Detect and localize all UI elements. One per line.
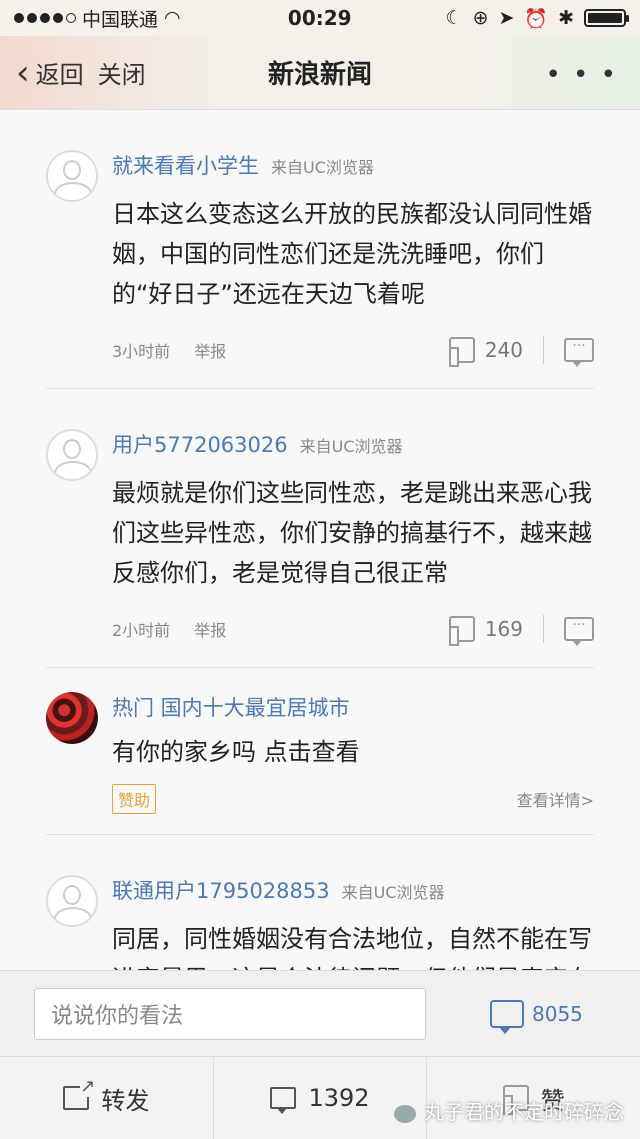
comment-input[interactable]: 说说你的看法 — [34, 987, 426, 1040]
share-icon — [63, 1076, 96, 1110]
comment-icon — [270, 1087, 297, 1114]
avatar[interactable] — [46, 150, 98, 202]
wifi-icon: ◠ — [164, 7, 181, 29]
comment-source: 来自UC浏览器 — [271, 158, 374, 177]
comment-time: 2小时前 — [112, 621, 171, 640]
report-link[interactable]: 举报 — [194, 338, 226, 362]
divider — [543, 615, 544, 643]
avatar[interactable] — [46, 429, 98, 481]
carrier-label: 中国联通 — [82, 8, 159, 31]
comment-input-bar: 说说你的看法 8055 — [0, 970, 640, 1056]
status-time: 00:29 — [287, 6, 352, 30]
back-label: 返回 — [35, 61, 84, 89]
comment-time: 3小时前 — [112, 342, 171, 361]
avatar[interactable] — [46, 875, 98, 927]
ad-title[interactable]: 热门 国内十大最宜居城市 — [112, 692, 350, 722]
wechat-icon — [394, 1104, 416, 1123]
like-count: 169 — [484, 617, 523, 641]
watermark: 丸子君的不定时碎碎念 — [394, 1096, 624, 1125]
comment-bubble-icon — [490, 999, 524, 1034]
thumbs-up-icon — [448, 616, 475, 646]
comment-username[interactable]: 用户5772063026 — [112, 429, 288, 459]
location-icon: ➤ — [498, 7, 515, 29]
signal-icon — [14, 13, 76, 23]
sponsored-item[interactable]: 热门 国内十大最宜居城市 有你的家乡吗 点击查看 赞助 查看详情> — [0, 668, 640, 814]
comment-text: 日本这么变态这么开放的民族都没认同同性婚姻，中国的同性恋们还是洗洗睡吧，你们的“… — [112, 200, 592, 308]
status-bar: 中国联通 ◠ 00:29 ☾ ⊕ ➤ ⏰ ✱ — [0, 0, 640, 36]
page-title: 新浪新闻 — [267, 60, 372, 90]
view-details-link[interactable]: 查看详情> — [517, 787, 594, 811]
report-link[interactable]: 举报 — [194, 617, 226, 641]
comment-item: 联通用户1795028853 来自UC浏览器 同居，同性婚姻没有合法地位，自然不… — [0, 835, 640, 970]
share-label: 转发 — [101, 1086, 150, 1115]
reply-icon[interactable]: ··· — [564, 617, 594, 646]
chevron-left-icon: ‹ — [16, 52, 30, 93]
close-button[interactable]: 关闭 — [98, 55, 146, 90]
comment-source: 来自UC浏览器 — [299, 437, 403, 456]
alarm-icon: ⏰ — [524, 7, 549, 30]
comments-list[interactable]: 就来看看小学生 来自UC浏览器 日本这么变态这么开放的民族都没认同同性婚姻，中国… — [0, 110, 640, 970]
comment-item: 就来看看小学生 来自UC浏览器 日本这么变态这么开放的民族都没认同同性婚姻，中国… — [0, 110, 640, 368]
reply-icon[interactable]: ··· — [564, 338, 594, 367]
divider — [543, 336, 544, 364]
comment-source: 来自UC浏览器 — [341, 883, 445, 902]
like-button[interactable]: 240 — [448, 337, 523, 367]
comment-item: 用户5772063026 来自UC浏览器 最烦就是你们这些同性恋，老是跳出来恶心… — [0, 389, 640, 647]
bluetooth-icon: ✱ — [558, 7, 574, 29]
like-count: 240 — [484, 338, 523, 362]
more-menu-button[interactable]: • • • — [545, 60, 618, 90]
watermark-text: 丸子君的不定时碎碎念 — [424, 1100, 624, 1124]
ad-text[interactable]: 有你的家乡吗 点击查看 — [112, 732, 594, 772]
comment-username[interactable]: 联通用户1795028853 — [112, 875, 330, 905]
comment-text: 同居，同性婚姻没有合法地位，自然不能在写进家暴里，这是个法律问题。但他们是真实存… — [112, 925, 592, 970]
back-button[interactable]: ‹ 返回 — [16, 55, 84, 90]
ad-thumbnail[interactable] — [46, 692, 98, 744]
share-button[interactable]: 转发 — [0, 1057, 213, 1139]
battery-icon — [584, 9, 629, 27]
comments-count: 8055 — [532, 1001, 583, 1026]
comment-text: 最烦就是你们这些同性恋，老是跳出来恶心我们这些异性恋，你们安静的搞基行不，越来越… — [112, 479, 592, 587]
thumbs-up-icon — [448, 337, 475, 367]
rotation-lock-icon: ⊕ — [472, 7, 489, 29]
sponsor-badge: 赞助 — [112, 784, 157, 814]
like-button[interactable]: 169 — [448, 616, 523, 646]
nav-bar: ‹ 返回 关闭 新浪新闻 • • • — [0, 36, 640, 110]
toolbar-comments-count: 1392 — [308, 1084, 370, 1112]
comment-username[interactable]: 就来看看小学生 — [112, 150, 259, 180]
moon-icon: ☾ — [445, 7, 463, 29]
comments-count-button[interactable]: 8055 — [490, 999, 583, 1034]
